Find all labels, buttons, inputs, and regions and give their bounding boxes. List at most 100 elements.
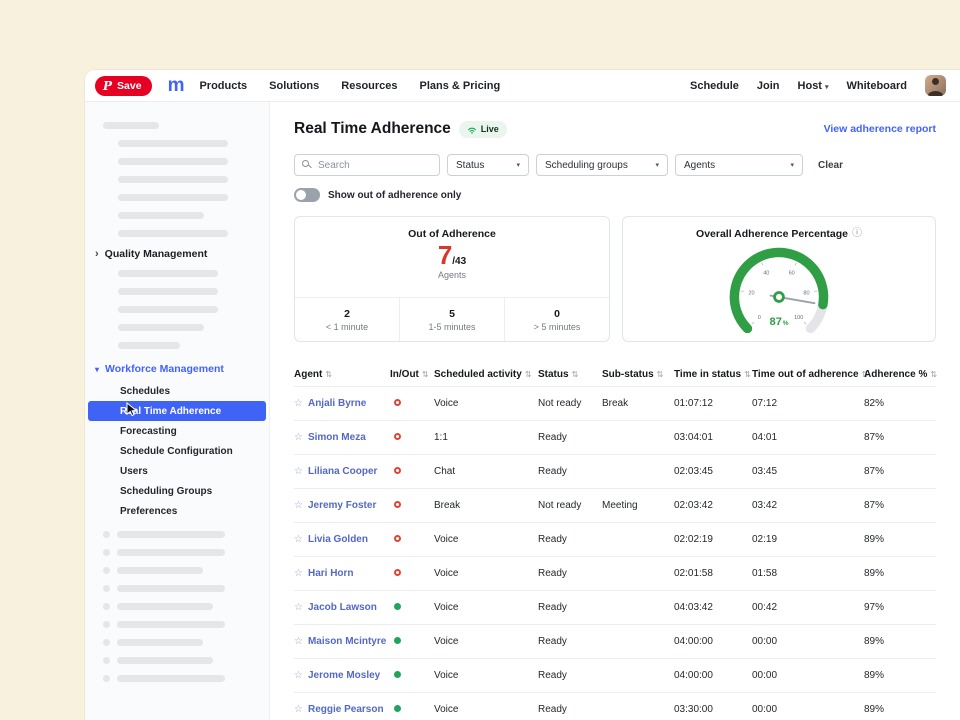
status-cell: Ready — [538, 704, 602, 715]
column-header-time-in-status[interactable]: Time in status⇅ — [674, 369, 752, 380]
nav-host[interactable]: Host▾ — [798, 80, 829, 92]
svg-text:40: 40 — [763, 270, 769, 276]
table-row[interactable]: ☆ Jacob Lawson Voice Ready 04:03:42 00:4… — [294, 590, 936, 624]
count-value: 7 — [438, 240, 452, 270]
nav-whiteboard[interactable]: Whiteboard — [847, 80, 908, 92]
view-adherence-report-link[interactable]: View adherence report — [824, 123, 936, 135]
sort-icon[interactable]: ⇅ — [744, 370, 751, 379]
adherence-percent-cell: 89% — [864, 704, 935, 715]
time-out-of-adherence-cell: 00:00 — [752, 704, 864, 715]
sort-icon[interactable]: ⇅ — [422, 370, 429, 379]
table-row[interactable]: ☆ Hari Horn Voice Ready 02:01:58 01:58 8… — [294, 556, 936, 590]
star-icon[interactable]: ☆ — [294, 636, 303, 647]
live-badge-label: Live — [481, 124, 499, 134]
table-row[interactable]: ☆ Maison Mcintyre Voice Ready 04:00:00 0… — [294, 624, 936, 658]
table-row[interactable]: ☆ Reggie Pearson Voice Ready 03:30:00 00… — [294, 692, 936, 720]
info-icon[interactable]: ⓘ — [852, 229, 862, 239]
sidebar-item-scheduling-groups[interactable]: Scheduling Groups — [85, 481, 269, 501]
column-header-adherence-percent[interactable]: Adherence %⇅ — [864, 369, 935, 380]
svg-text:20: 20 — [748, 290, 754, 296]
agent-link[interactable]: Anjali Byrne — [308, 398, 366, 409]
chevron-down-icon: ▾ — [516, 161, 520, 169]
status-cell: Not ready — [538, 398, 602, 409]
star-icon[interactable]: ☆ — [294, 398, 303, 409]
agent-link[interactable]: Hari Horn — [308, 568, 354, 579]
sidebar-item-forecasting[interactable]: Forecasting — [85, 421, 269, 441]
nav-solutions[interactable]: Solutions — [269, 80, 319, 92]
sort-icon[interactable]: ⇅ — [657, 370, 664, 379]
clear-filters-button[interactable]: Clear — [818, 160, 843, 171]
agent-link[interactable]: Maison Mcintyre — [308, 636, 386, 647]
sort-icon[interactable]: ⇅ — [325, 370, 332, 379]
star-icon[interactable]: ☆ — [294, 466, 303, 477]
agents-select[interactable]: Agents ▾ — [675, 154, 803, 176]
scheduled-activity-cell: Voice — [434, 636, 538, 647]
agent-link[interactable]: Reggie Pearson — [308, 704, 384, 715]
table-row[interactable]: ☆ Liliana Cooper Chat Ready 02:03:45 03:… — [294, 454, 936, 488]
column-header-sub-status[interactable]: Sub-status⇅ — [602, 369, 674, 380]
agent-link[interactable]: Liliana Cooper — [308, 466, 377, 477]
star-icon[interactable]: ☆ — [294, 432, 303, 443]
star-icon[interactable]: ☆ — [294, 602, 303, 613]
count-denominator: /43 — [452, 256, 466, 267]
nav-resources[interactable]: Resources — [341, 80, 397, 92]
column-header-scheduled-activity[interactable]: Scheduled activity⇅ — [434, 369, 538, 380]
star-icon[interactable]: ☆ — [294, 534, 303, 545]
nav-schedule[interactable]: Schedule — [690, 80, 739, 92]
search-field — [294, 154, 440, 176]
sort-icon[interactable]: ⇅ — [930, 370, 937, 379]
table-row[interactable]: ☆ Simon Meza 1:1 Ready 03:04:01 04:01 87… — [294, 420, 936, 454]
column-header-agent[interactable]: Agent⇅ — [294, 369, 390, 380]
breakdown-value: 2 — [344, 308, 350, 320]
inout-status-dot — [394, 671, 401, 678]
table-row[interactable]: ☆ Anjali Byrne Voice Not ready Break 01:… — [294, 386, 936, 420]
agent-link[interactable]: Livia Golden — [308, 534, 368, 545]
table-row[interactable]: ☆ Livia Golden Voice Ready 02:02:19 02:1… — [294, 522, 936, 556]
agent-link[interactable]: Jerome Mosley — [308, 670, 380, 681]
search-input[interactable] — [294, 154, 440, 176]
agent-link[interactable]: Jacob Lawson — [308, 602, 377, 613]
sidebar-item-preferences[interactable]: Preferences — [85, 501, 269, 521]
inout-cell — [390, 398, 434, 409]
breakdown-label: > 5 minutes — [534, 322, 581, 332]
toggle-label: Show out of adherence only — [328, 190, 461, 201]
inout-status-dot — [394, 705, 401, 712]
table-row[interactable]: ☆ Jerome Mosley Voice Ready 04:00:00 00:… — [294, 658, 936, 692]
agent-cell: ☆ Hari Horn — [294, 568, 390, 579]
skeleton-row — [103, 675, 269, 682]
sidebar-item-schedules[interactable]: Schedules — [85, 381, 269, 401]
scheduled-activity-cell: 1:1 — [434, 432, 538, 443]
avatar[interactable] — [925, 75, 946, 96]
sidebar-item-real-time-adherence[interactable]: Real Time Adherence — [88, 401, 266, 421]
status-select[interactable]: Status ▾ — [447, 154, 529, 176]
column-header-time-out-of-adherence[interactable]: Time out of adherence⇅ — [752, 369, 864, 380]
app-logo[interactable]: m — [168, 76, 184, 95]
sidebar-item-quality-management[interactable]: › Quality Management — [95, 248, 269, 262]
column-header-status[interactable]: Status⇅ — [538, 369, 602, 380]
agent-link[interactable]: Jeremy Foster — [308, 500, 376, 511]
table-row[interactable]: ☆ Jeremy Foster Break Not ready Meeting … — [294, 488, 936, 522]
status-cell: Ready — [538, 670, 602, 681]
skeleton-row — [103, 531, 269, 538]
adherence-percent-cell: 82% — [864, 398, 935, 409]
sidebar-item-schedule-configuration[interactable]: Schedule Configuration — [85, 441, 269, 461]
sort-icon[interactable]: ⇅ — [525, 370, 532, 379]
nav-join[interactable]: Join — [757, 80, 780, 92]
column-header-inout[interactable]: In/Out⇅ — [390, 369, 434, 380]
adherence-percent-cell: 89% — [864, 534, 935, 545]
star-icon[interactable]: ☆ — [294, 704, 303, 715]
sort-icon[interactable]: ⇅ — [572, 370, 579, 379]
show-out-of-adherence-toggle[interactable] — [294, 188, 320, 202]
sidebar-item-workforce-management[interactable]: ▾ Workforce Management — [95, 363, 269, 377]
sidebar-item-users[interactable]: Users — [85, 461, 269, 481]
star-icon[interactable]: ☆ — [294, 568, 303, 579]
agent-link[interactable]: Simon Meza — [308, 432, 366, 443]
star-icon[interactable]: ☆ — [294, 670, 303, 681]
nav-products[interactable]: Products — [199, 80, 247, 92]
scheduling-groups-select[interactable]: Scheduling groups ▾ — [536, 154, 668, 176]
skeleton-bar — [118, 194, 228, 201]
filter-bar: Status ▾ Scheduling groups ▾ Agents ▾ Cl… — [294, 154, 936, 176]
star-icon[interactable]: ☆ — [294, 500, 303, 511]
pinterest-save-button[interactable]: P Save — [95, 76, 152, 96]
nav-plans-pricing[interactable]: Plans & Pricing — [420, 80, 501, 92]
